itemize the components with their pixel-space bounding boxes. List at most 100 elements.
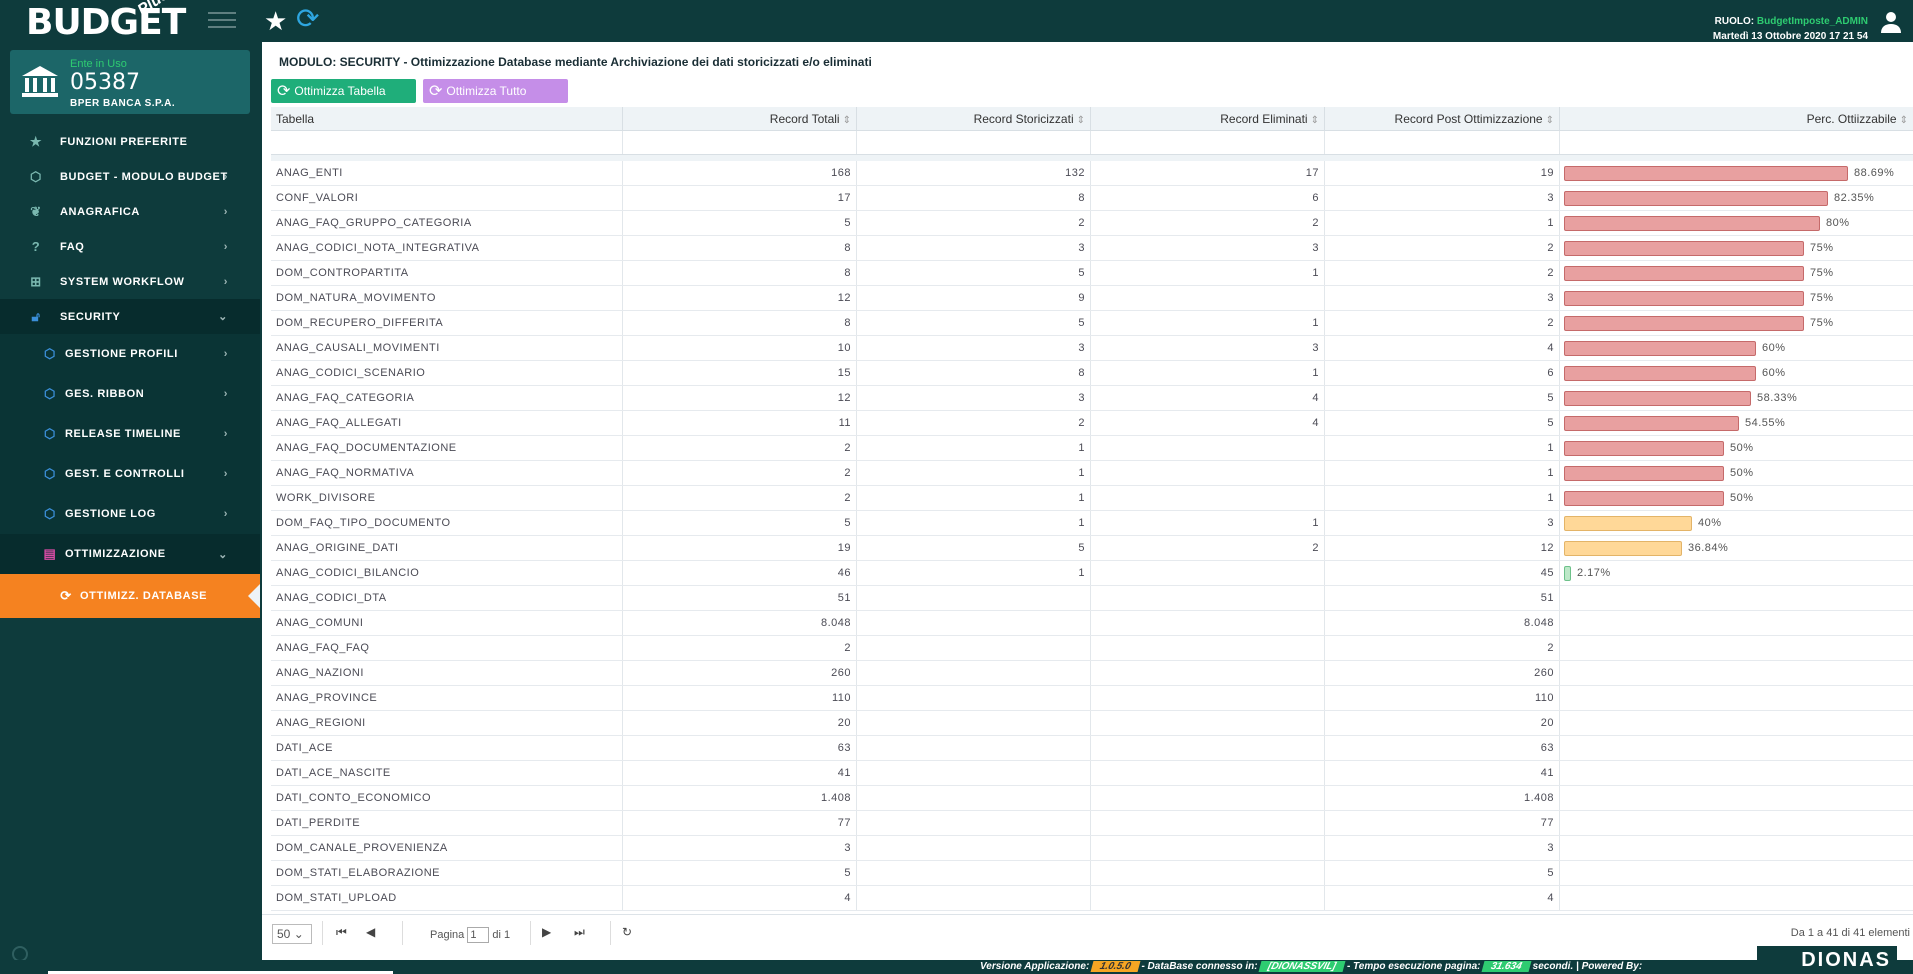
sidebar-item-label: FAQ — [60, 240, 85, 253]
favorite-star-icon[interactable]: ★ — [264, 6, 287, 36]
cell-record-totali: 12 — [623, 286, 857, 310]
cell-record-totali: 15 — [623, 361, 857, 385]
sidebar-item-gest-controlli[interactable]: ⬡ GEST. E CONTROLLI › — [0, 454, 260, 494]
table-row[interactable]: ANAG_CODICI_BILANCIO 46 1 45 2.17% — [271, 561, 1913, 586]
hamburger-menu-icon[interactable] — [208, 12, 236, 30]
perc-label: 75% — [1810, 317, 1834, 329]
table-row[interactable]: DOM_STATI_ELABORAZIONE 5 5 — [271, 861, 1913, 886]
sidebar-item-system-workflow[interactable]: ⊞ SYSTEM WORKFLOW › — [0, 264, 260, 299]
cell-tabella: ANAG_FAQ_ALLEGATI — [271, 411, 623, 435]
cell-record-totali: 4 — [623, 886, 857, 910]
cell-record-eliminati: 6 — [1091, 186, 1325, 210]
cell-tabella: ANAG_FAQ_DOCUMENTAZIONE — [271, 436, 623, 460]
table-row[interactable]: ANAG_NAZIONI 260 260 — [271, 661, 1913, 686]
table-row[interactable]: ANAG_ENTI 168 132 17 19 88.69% — [271, 161, 1913, 186]
table-row[interactable]: DOM_RECUPERO_DIFFERITA 8 5 1 2 75% — [271, 311, 1913, 336]
table-row[interactable]: CONF_VALORI 17 8 6 3 82.35% — [271, 186, 1913, 211]
perc-label: 2.17% — [1577, 567, 1611, 579]
column-header-tabella[interactable]: Tabella — [271, 107, 623, 130]
cell-tabella: ANAG_COMUNI — [271, 611, 623, 635]
first-page-icon[interactable]: ⏮︎ — [336, 925, 347, 940]
cell-perc — [1560, 686, 1913, 710]
next-page-icon[interactable]: ▶︎ — [542, 925, 551, 939]
cell-record-totali: 17 — [623, 186, 857, 210]
cell-record-storicizzati: 9 — [857, 286, 1091, 310]
optimize-table-button[interactable]: ⟳ Ottimizza Tabella — [271, 79, 416, 103]
table-row[interactable]: DOM_CONTROPARTITA 8 5 1 2 75% — [271, 261, 1913, 286]
sidebar-item-anagrafica[interactable]: ❦ ANAGRAFICA › — [0, 194, 260, 229]
question-icon: ? — [31, 238, 41, 254]
dionas-logo[interactable]: DIONAS — [1757, 946, 1897, 974]
cube-icon: ⬡ — [44, 506, 56, 521]
cell-record-post: 3 — [1325, 836, 1560, 860]
progress-bar — [1564, 316, 1804, 331]
cell-record-totali: 77 — [623, 811, 857, 835]
sidebar-item-ottimizz-database[interactable]: ⟳ OTTIMIZZ. DATABASE — [0, 574, 260, 618]
table-row[interactable]: DOM_STATI_UPLOAD 4 4 — [271, 886, 1913, 911]
sidebar-item-budget[interactable]: ⬡ BUDGET - MODULO BUDGET › — [0, 159, 260, 194]
sidebar-item-release-timeline[interactable]: ⬡ RELEASE TIMELINE › — [0, 414, 260, 454]
filter-input-record-storicizzati[interactable] — [857, 131, 1090, 151]
table-row[interactable]: ANAG_CAUSALI_MOVIMENTI 10 3 3 4 60% — [271, 336, 1913, 361]
table-row[interactable]: ANAG_FAQ_GRUPPO_CATEGORIA 5 2 2 1 80% — [271, 211, 1913, 236]
page-input[interactable]: 1 — [467, 927, 490, 943]
table-row[interactable]: ANAG_FAQ_FAQ 2 2 — [271, 636, 1913, 661]
refresh-icon[interactable]: ⟳ — [296, 4, 319, 34]
cell-record-totali: 19 — [623, 536, 857, 560]
table-row[interactable]: ANAG_CODICI_SCENARIO 15 8 1 6 60% — [271, 361, 1913, 386]
reload-icon[interactable]: ↻ — [622, 925, 632, 939]
table-row[interactable]: ANAG_REGIONI 20 20 — [271, 711, 1913, 736]
column-header-record-storicizzati[interactable]: Record Storicizzati ⇕ — [857, 107, 1091, 130]
table-row[interactable]: DOM_FAQ_TIPO_DOCUMENTO 5 1 1 3 40% — [271, 511, 1913, 536]
column-header-record-totali[interactable]: Record Totali ⇕ — [623, 107, 857, 130]
page-size-select[interactable]: 50 ⌄ — [272, 924, 312, 944]
table-row[interactable]: DATI_CONTO_ECONOMICO 1.408 1.408 — [271, 786, 1913, 811]
table-row[interactable]: WORK_DIVISORE 2 1 1 50% — [271, 486, 1913, 511]
table-row[interactable]: DOM_CANALE_PROVENIENZA 3 3 — [271, 836, 1913, 861]
ente-card[interactable]: Ente in Uso 05387 BPER BANCA S.P.A. — [10, 50, 250, 114]
cell-tabella: CONF_VALORI — [271, 186, 623, 210]
filter-input-perc[interactable] — [1560, 131, 1913, 151]
cell-record-post: 3 — [1325, 186, 1560, 210]
table-row[interactable]: DATI_ACE 63 63 — [271, 736, 1913, 761]
filter-input-tabella[interactable] — [271, 131, 622, 151]
table-row[interactable]: ANAG_FAQ_DOCUMENTAZIONE 2 1 1 50% — [271, 436, 1913, 461]
cell-record-storicizzati — [857, 836, 1091, 860]
sidebar-item-funzioni-preferite[interactable]: ★ FUNZIONI PREFERITE — [0, 124, 260, 159]
cell-perc — [1560, 886, 1913, 910]
column-header-record-eliminati[interactable]: Record Eliminati ⇕ — [1091, 107, 1325, 130]
prev-page-icon[interactable]: ◀︎ — [366, 925, 375, 939]
cell-record-storicizzati — [857, 586, 1091, 610]
table-row[interactable]: DATI_ACE_NASCITE 41 41 — [271, 761, 1913, 786]
table-row[interactable]: ANAG_ORIGINE_DATI 19 5 2 12 36.84% — [271, 536, 1913, 561]
table-row[interactable]: ANAG_FAQ_ALLEGATI 11 2 4 5 54.55% — [271, 411, 1913, 436]
sidebar-item-gestione-profili[interactable]: ⬡ GESTIONE PROFILI › — [0, 334, 260, 374]
sidebar-item-ges-ribbon[interactable]: ⬡ GES. RIBBON › — [0, 374, 260, 414]
cell-record-storicizzati: 1 — [857, 436, 1091, 460]
active-indicator — [248, 584, 260, 608]
column-header-perc[interactable]: Perc. Ottiizzabile ⇕ — [1560, 107, 1913, 130]
cell-record-totali: 5 — [623, 511, 857, 535]
sidebar-item-faq[interactable]: ? FAQ › — [0, 229, 260, 264]
table-row[interactable]: DOM_NATURA_MOVIMENTO 12 9 3 75% — [271, 286, 1913, 311]
table-row[interactable]: ANAG_PROVINCE 110 110 — [271, 686, 1913, 711]
table-row[interactable]: ANAG_COMUNI 8.048 8.048 — [271, 611, 1913, 636]
filter-input-record-post[interactable] — [1325, 131, 1559, 151]
last-page-icon[interactable]: ⏭︎ — [574, 925, 585, 940]
main-content: MODULO: SECURITY - Ottimizzazione Databa… — [261, 42, 1913, 960]
table-row[interactable]: ANAG_CODICI_DTA 51 51 — [271, 586, 1913, 611]
table-row[interactable]: ANAG_FAQ_CATEGORIA 12 3 4 5 58.33% — [271, 386, 1913, 411]
sidebar-item-security[interactable]: 🔓︎ SECURITY ⌄ — [0, 299, 260, 334]
sidebar-item-gestione-log[interactable]: ⬡ GESTIONE LOG › — [0, 494, 260, 534]
column-header-record-post[interactable]: Record Post Ottimizzazione ⇕ — [1325, 107, 1560, 130]
table-row[interactable]: ANAG_FAQ_NORMATIVA 2 1 1 50% — [271, 461, 1913, 486]
table-row[interactable]: DATI_PERDITE 77 77 — [271, 811, 1913, 836]
sidebar-item-ottimizzazione[interactable]: ▤ OTTIMIZZAZIONE ⌄ — [0, 534, 260, 574]
cell-record-post: 51 — [1325, 586, 1560, 610]
filter-input-record-eliminati[interactable] — [1091, 131, 1324, 151]
db-label: - DataBase connesso in: — [1141, 961, 1258, 972]
filter-input-record-totali[interactable] — [623, 131, 856, 151]
table-row[interactable]: ANAG_CODICI_NOTA_INTEGRATIVA 8 3 3 2 75% — [271, 236, 1913, 261]
optimize-all-button[interactable]: ⟳ Ottimizza Tutto — [423, 79, 568, 103]
user-icon[interactable] — [1879, 10, 1903, 34]
